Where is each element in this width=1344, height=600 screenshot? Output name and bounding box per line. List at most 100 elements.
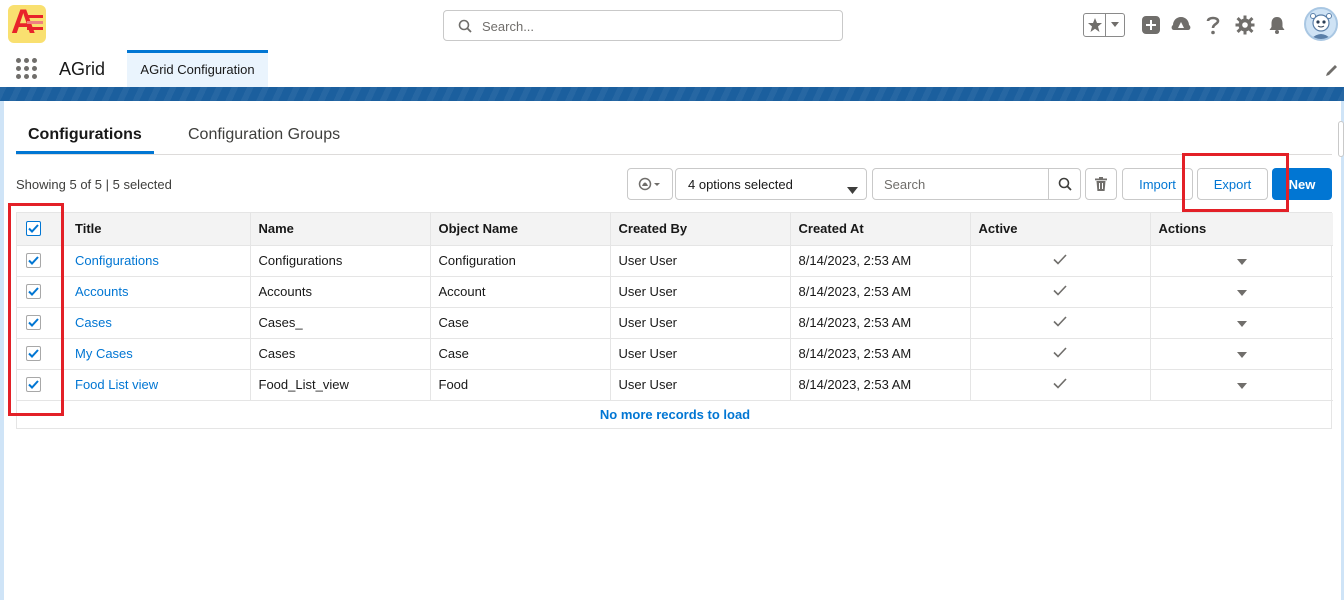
global-add-icon[interactable] <box>1140 14 1162 36</box>
cell-name: Cases <box>250 338 431 370</box>
notifications-bell-icon[interactable] <box>1266 14 1288 36</box>
cell-title: Food List view <box>67 369 251 401</box>
tab-bar: Configurations Configuration Groups <box>16 120 1332 155</box>
table-row[interactable]: Configurations Configurations Configuratio… <box>17 245 1333 277</box>
trailhead-icon[interactable] <box>1170 14 1192 36</box>
configurations-table: Title Name Object Name Created By Create… <box>16 212 1333 429</box>
cell-created-by: User User <box>610 276 791 308</box>
table-search-button[interactable] <box>1048 168 1081 200</box>
app-launcher-icon[interactable] <box>16 58 38 80</box>
help-icon[interactable] <box>1202 14 1224 36</box>
chevron-down-icon <box>1236 290 1247 296</box>
table-row[interactable]: Accounts Accounts Account User User 8/14/202… <box>17 276 1333 308</box>
chevron-down-icon <box>1236 259 1247 265</box>
cell-created-by: User User <box>610 307 791 339</box>
highlight-export-button <box>1182 153 1289 212</box>
nav-tab-agrid-configuration[interactable]: AGrid Configuration <box>127 50 268 87</box>
cell-title: Configurations <box>67 245 251 277</box>
chevron-down-icon <box>847 182 858 197</box>
favorites-dropdown-icon[interactable] <box>1106 14 1124 36</box>
list-view-options-button[interactable] <box>627 168 673 200</box>
chevron-down-icon <box>1236 383 1247 389</box>
table-row[interactable]: Food List view Food_List_view Food User Use… <box>17 369 1333 401</box>
delete-button[interactable] <box>1085 168 1117 200</box>
table-search-field[interactable] <box>872 168 1049 200</box>
column-header-name[interactable]: Name <box>250 213 431 246</box>
cell-actions <box>1150 338 1333 370</box>
cell-created-at: 8/14/2023, 2:53 AM <box>790 276 971 308</box>
global-search-input[interactable] <box>482 17 822 35</box>
row-actions-menu[interactable] <box>1236 346 1247 361</box>
table-row[interactable]: Cases Cases_ Case User User 8/14/2023, 2:53 … <box>17 307 1333 339</box>
global-search[interactable] <box>443 10 843 41</box>
column-header-title[interactable]: Title <box>67 213 251 246</box>
cell-active <box>970 245 1151 277</box>
column-options-combobox[interactable]: 4 options selected <box>675 168 867 200</box>
scrollbar-handle[interactable] <box>1338 121 1344 157</box>
cell-created-at: 8/14/2023, 2:53 AM <box>790 245 971 277</box>
combobox-value: 4 options selected <box>688 177 793 192</box>
cell-title: My Cases <box>67 338 251 370</box>
record-title-link[interactable]: Food List view <box>75 377 158 392</box>
edit-nav-pencil-icon[interactable] <box>1325 63 1339 80</box>
chevron-down-icon <box>1236 352 1247 358</box>
cell-active <box>970 369 1151 401</box>
cell-name: Cases_ <box>250 307 431 339</box>
record-title-link[interactable]: My Cases <box>75 346 133 361</box>
cell-created-at: 8/14/2023, 2:53 AM <box>790 338 971 370</box>
cell-created-at: 8/14/2023, 2:53 AM <box>790 369 971 401</box>
record-title-link[interactable]: Cases <box>75 315 112 330</box>
active-check-icon <box>1053 316 1067 327</box>
setup-gear-icon[interactable] <box>1234 14 1256 36</box>
cell-created-by: User User <box>610 369 791 401</box>
table-header-row: Title Name Object Name Created By Create… <box>17 213 1333 246</box>
favorites-star-icon[interactable] <box>1084 14 1106 36</box>
cell-created-by: User User <box>610 338 791 370</box>
active-check-icon <box>1053 347 1067 358</box>
cell-actions <box>1150 307 1333 339</box>
row-actions-menu[interactable] <box>1236 253 1247 268</box>
active-check-icon <box>1053 285 1067 296</box>
cell-title: Accounts <box>67 276 251 308</box>
no-more-records-text: No more records to load <box>599 406 751 422</box>
cell-created-by: User User <box>610 245 791 277</box>
column-header-created-by[interactable]: Created By <box>610 213 791 246</box>
cell-name: Configurations <box>250 245 431 277</box>
import-button-label: Import <box>1139 176 1176 192</box>
chevron-down-icon <box>1236 321 1247 327</box>
favorites-button[interactable] <box>1083 13 1125 37</box>
list-view-icon <box>638 177 660 191</box>
column-header-object-name[interactable]: Object Name <box>430 213 611 246</box>
record-title-link[interactable]: Accounts <box>75 284 128 299</box>
tab-configuration-groups[interactable]: Configuration Groups <box>188 126 340 152</box>
cell-created-at: 8/14/2023, 2:53 AM <box>790 307 971 339</box>
cell-object-name: Account <box>430 276 611 308</box>
cell-actions <box>1150 276 1333 308</box>
cell-actions <box>1150 369 1333 401</box>
column-header-created-at[interactable]: Created At <box>790 213 971 246</box>
user-avatar-icon[interactable] <box>1304 7 1338 41</box>
cell-active <box>970 276 1151 308</box>
app-logo[interactable]: A <box>8 5 46 43</box>
table-footer-row: No more records to load <box>17 400 1333 428</box>
record-title-link[interactable]: Configurations <box>75 253 159 268</box>
cell-actions <box>1150 245 1333 277</box>
record-count-text: Showing 5 of 5 | 5 selected <box>16 177 172 192</box>
row-actions-menu[interactable] <box>1236 284 1247 299</box>
global-header: A <box>0 0 1344 50</box>
table-search-input[interactable] <box>884 177 1034 192</box>
main-card: Configurations Configuration Groups Show… <box>4 101 1341 600</box>
tab-configurations[interactable]: Configurations <box>16 126 154 154</box>
search-icon <box>1058 177 1072 191</box>
row-actions-menu[interactable] <box>1236 377 1247 392</box>
column-header-active[interactable]: Active <box>970 213 1151 246</box>
cell-object-name: Case <box>430 307 611 339</box>
active-check-icon <box>1053 254 1067 265</box>
app-navigation-bar: AGrid AGrid Configuration <box>0 50 1344 87</box>
cell-active <box>970 307 1151 339</box>
cell-title: Cases <box>67 307 251 339</box>
cell-object-name: Configuration <box>430 245 611 277</box>
table-row[interactable]: My Cases Cases Case User User 8/14/2023, 2:5… <box>17 338 1333 370</box>
cell-object-name: Case <box>430 338 611 370</box>
row-actions-menu[interactable] <box>1236 315 1247 330</box>
